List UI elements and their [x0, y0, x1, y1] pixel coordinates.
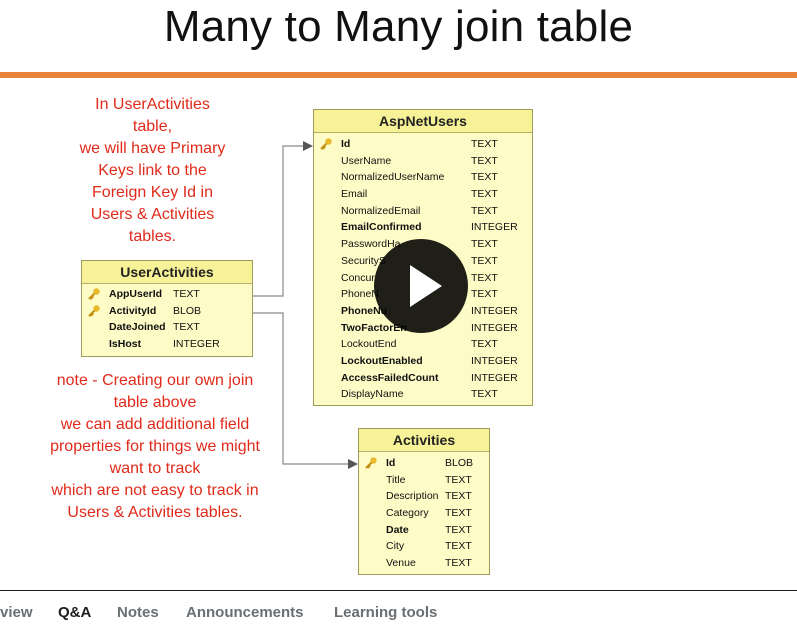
table-row: NormalizedUserName TEXT	[341, 171, 498, 184]
table-row: NormalizedEmail TEXT	[341, 204, 498, 217]
table-row: Id TEXT	[314, 136, 532, 153]
tab-qa[interactable]: Q&A	[58, 604, 91, 621]
tab-learning-tools[interactable]: Learning tools	[334, 604, 437, 621]
table-row: Title TEXT	[386, 473, 472, 486]
table-row: DisplayName TEXT	[341, 388, 498, 401]
table-row: City TEXT	[386, 540, 472, 553]
table-title: Activities	[359, 429, 489, 452]
table-title: UserActivities	[82, 261, 252, 284]
table-user-activities: UserActivities AppUserId TEXT ActivityId…	[81, 260, 253, 357]
note-join-table: note - Creating our own join table above…	[50, 372, 260, 521]
table-activities: Activities Id BLOB Title TEXT Description…	[358, 428, 490, 575]
table-row: IsHost INTEGER	[109, 338, 220, 351]
tab-overview[interactable]: view	[0, 604, 33, 621]
key-icon	[320, 138, 332, 150]
table-row: Category TEXT	[386, 507, 472, 520]
table-row: AccessFailedCount INTEGER	[341, 371, 518, 384]
table-row: Id BLOB	[359, 455, 489, 472]
table-row: EmailConfirmed INTEGER	[341, 221, 518, 234]
video-bottom-border	[0, 590, 797, 591]
table-title: AspNetUsers	[314, 110, 532, 133]
play-button[interactable]	[374, 239, 468, 333]
table-row: Date TEXT	[386, 523, 472, 536]
tab-announcements[interactable]: Announcements	[186, 604, 304, 621]
key-icon	[88, 304, 100, 317]
key-icon	[365, 457, 377, 469]
note-primary-keys: In UserActivities table, we will have Pr…	[79, 96, 226, 245]
table-row: LockoutEnd TEXT	[341, 338, 498, 351]
key-icon	[88, 288, 100, 300]
table-row: Venue TEXT	[386, 557, 472, 570]
table-row: UserName TEXT	[341, 154, 498, 167]
table-row: Email TEXT	[341, 188, 498, 201]
table-row: LockoutEnabled INTEGER	[341, 354, 518, 367]
table-row: DateJoined TEXT	[109, 321, 200, 334]
table-row: AppUserId TEXT	[82, 286, 252, 303]
tab-notes[interactable]: Notes	[117, 604, 159, 621]
table-row: ActivityId BLOB	[82, 303, 252, 320]
table-row: Description TEXT	[386, 490, 472, 503]
